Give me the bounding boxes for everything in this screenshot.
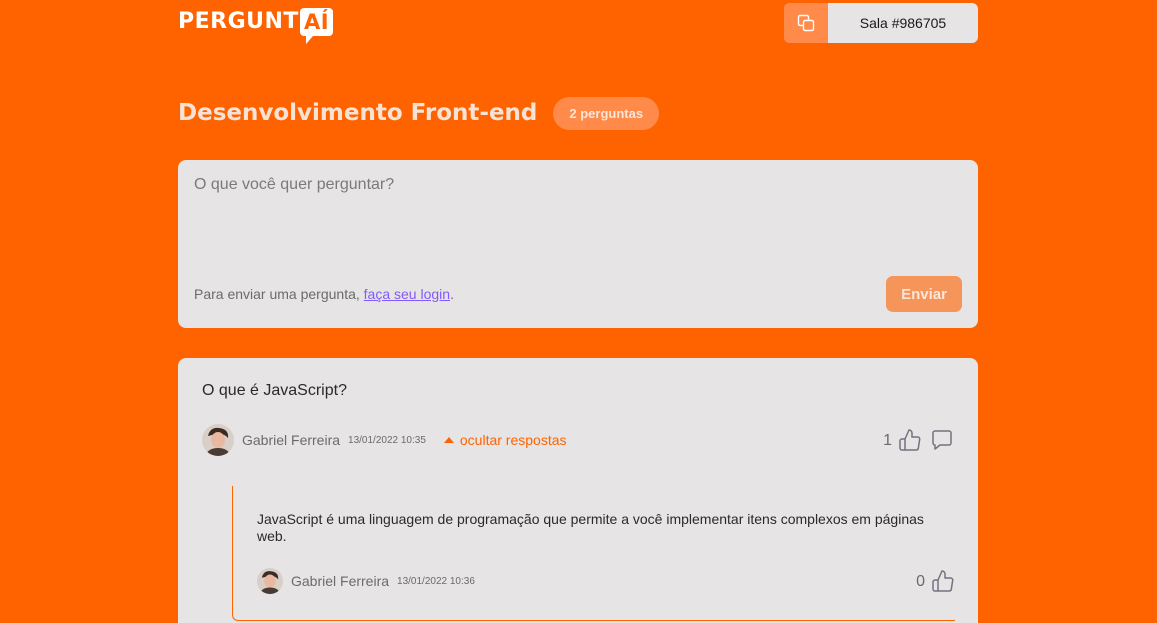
room-title-row: Desenvolvimento Front-end 2 perguntas (178, 96, 660, 130)
question-actions: 1 (883, 426, 954, 456)
author-name: Gabriel Ferreira (242, 432, 341, 448)
like-count: 0 (916, 573, 925, 590)
question-text: O que é JavaScript? (202, 382, 347, 399)
room-code-button[interactable]: Sala #986705 (784, 3, 978, 43)
author-name: Gabriel Ferreira (291, 573, 390, 589)
question-timestamp: 13/01/2022 10:35 (348, 434, 426, 446)
thumbs-up-icon (898, 428, 922, 455)
answer-actions: 0 (916, 568, 955, 596)
question-card: O que é JavaScript? Gabriel Ferreira 13/… (178, 358, 978, 623)
comment-button[interactable] (930, 428, 954, 455)
header: PERGUNT AÍ Sala #986705 (178, 0, 978, 50)
login-link[interactable]: faça seu login (364, 286, 450, 302)
room-page: PERGUNT AÍ Sala #986705 Desenvolvimento … (0, 0, 1157, 623)
avatar (202, 424, 234, 456)
question-form: Para enviar uma pergunta, faça seu login… (178, 160, 978, 328)
room-title: Desenvolvimento Front-end (178, 100, 538, 126)
logo-bubble: AÍ (299, 8, 334, 44)
like-button[interactable] (931, 569, 955, 596)
answer-author-info: Gabriel Ferreira 13/01/2022 10:36 (257, 568, 475, 594)
question-author-info: Gabriel Ferreira 13/01/2022 10:35 oculta… (202, 424, 567, 456)
answer-timestamp: 13/01/2022 10:36 (397, 575, 475, 587)
answers-thread: JavaScript é uma linguagem de programaçã… (232, 486, 955, 621)
like-count: 1 (883, 432, 892, 449)
question-count-badge: 2 perguntas (553, 96, 660, 130)
caret-up-icon (443, 437, 454, 443)
toggle-answers-button[interactable]: ocultar respostas (443, 432, 567, 448)
login-hint-suffix: . (450, 286, 454, 302)
logo: PERGUNT AÍ (178, 8, 334, 44)
room-code-label: Sala #986705 (859, 15, 947, 31)
login-hint: Para enviar uma pergunta, faça seu login… (194, 286, 454, 302)
toggle-answers-label: ocultar respostas (459, 432, 567, 448)
avatar (257, 568, 283, 594)
thumbs-up-icon (931, 569, 955, 596)
login-hint-prefix: Para enviar uma pergunta, (194, 286, 364, 302)
send-button[interactable]: Enviar (886, 276, 962, 312)
like-button[interactable] (898, 428, 922, 455)
copy-icon[interactable] (784, 3, 828, 43)
logo-text: PERGUNT (178, 9, 299, 34)
answer-text: JavaScript é uma linguagem de programaçã… (257, 511, 924, 544)
comment-icon (930, 428, 954, 455)
question-input[interactable] (178, 160, 978, 270)
